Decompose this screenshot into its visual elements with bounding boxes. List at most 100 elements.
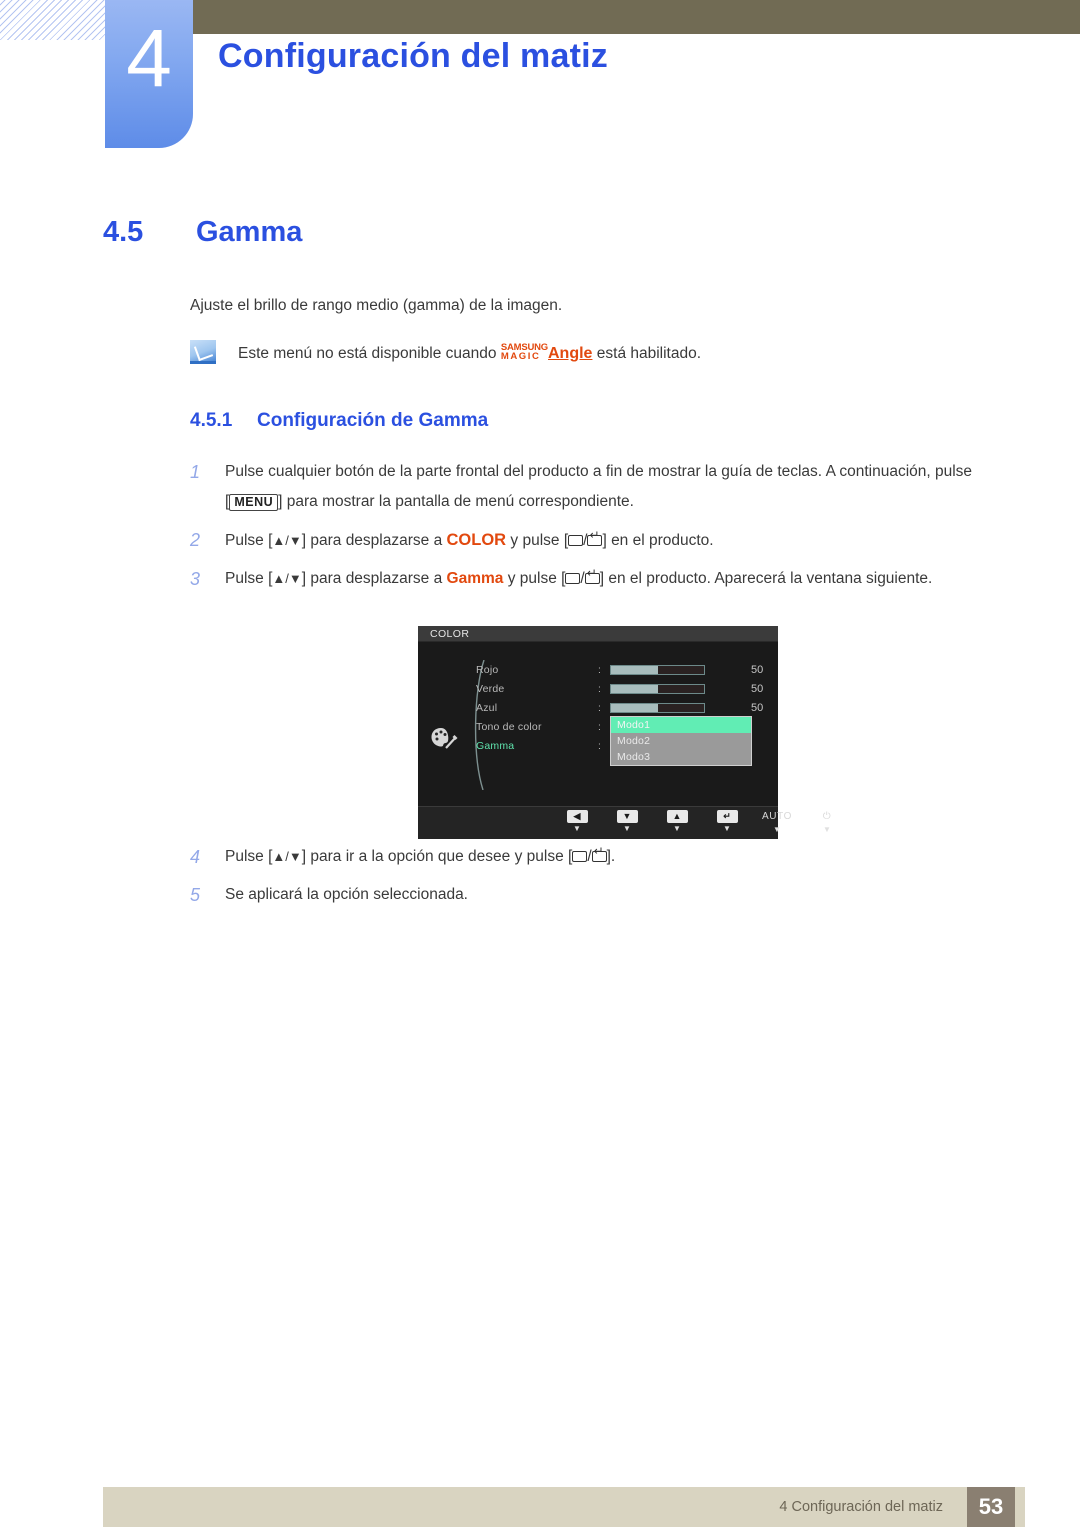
- osd-colon: :: [598, 739, 601, 752]
- step-text: ] para desplazarse a: [301, 532, 447, 549]
- osd-slider[interactable]: [610, 702, 705, 713]
- osd-row-label: Gamma: [476, 739, 515, 752]
- section-title: 4.5 Gamma: [103, 216, 302, 249]
- osd-colon: :: [598, 663, 601, 676]
- keycap-menu: MENU: [229, 494, 279, 511]
- step-text: ] para desplazarse a: [301, 570, 447, 587]
- step-body: Pulse [▲/▼] para desplazarse a COLOR y p…: [225, 525, 1005, 556]
- osd-key[interactable]: AUTO ▼: [760, 810, 794, 834]
- osd-key[interactable]: ▼ ▼: [610, 810, 644, 833]
- osd-colon: :: [598, 720, 601, 733]
- osd-row-label: Azul: [476, 701, 498, 714]
- step-text: Pulse [: [225, 532, 273, 549]
- magic-line2: MAGIC: [500, 350, 541, 362]
- osd-row[interactable]: Azul: 50: [476, 698, 776, 717]
- chapter-title: Configuración del matiz: [218, 37, 608, 75]
- osd-slider[interactable]: [610, 683, 705, 694]
- step-body: Pulse cualquier botón de la parte fronta…: [225, 457, 1005, 517]
- osd-key-row: ◀ ▼ ▼ ▼ ▲ ▼ ↵ ▼ AUTO ▼ ⏻ ▼: [560, 810, 844, 834]
- step-text: Pulse [: [225, 570, 273, 587]
- step-item: 1 Pulse cualquier botón de la parte front…: [190, 457, 1005, 517]
- step-body: Pulse [▲/▼] para desplazarse a Gamma y p…: [225, 564, 1005, 594]
- osd-slider-value: 50: [751, 663, 764, 676]
- osd-row[interactable]: Verde: 50: [476, 679, 776, 698]
- osd-key-glyph-icon: ▼: [616, 810, 638, 823]
- section-intro-text: Ajuste el brillo de rango medio (gamma) …: [190, 297, 563, 314]
- osd-slider[interactable]: [610, 664, 705, 675]
- osd-key-glyph-icon: AUTO: [762, 811, 792, 822]
- chapter-number-tab: 4: [105, 0, 193, 148]
- osd-key-caret-icon: ▼: [623, 824, 631, 833]
- step-text: /: [587, 848, 592, 865]
- step-item: 4 Pulse [▲/▼] para ir a la opción que des…: [190, 842, 1005, 872]
- header-brown-bar: [193, 0, 1080, 34]
- step-number: 4: [190, 847, 201, 867]
- osd-key-caret-icon: ▼: [723, 824, 731, 833]
- step-text: ] para ir a la opción que desee y pulse …: [301, 848, 573, 865]
- osd-key-glyph-icon: ◀: [566, 810, 588, 823]
- enter-key-icon: [591, 846, 607, 862]
- step-text: y pulse [: [503, 570, 566, 587]
- page-footer: 4 Configuración del matiz 53: [103, 1487, 1025, 1527]
- osd-row-label: Rojo: [476, 663, 499, 676]
- osd-key-glyph-icon: ↵: [716, 810, 738, 823]
- up-down-arrow-icon: ▲/▼: [272, 533, 302, 548]
- samsung-magic-logo: SAMSUNG MAGIC: [500, 342, 548, 362]
- step-item: 2 Pulse [▲/▼] para desplazarse a COLOR y …: [190, 525, 1005, 556]
- step-list-bottom: 4 Pulse [▲/▼] para ir a la opción que des…: [190, 842, 1005, 918]
- osd-body: Rojo:50Verde:50Azul:50Tono de color:Norm…: [418, 642, 778, 806]
- step-item: 3 Pulse [▲/▼] para desplazarse a Gamma y …: [190, 564, 1005, 594]
- step-body: Pulse [▲/▼] para ir a la opción que dese…: [225, 842, 1005, 872]
- color-palette-icon: [430, 726, 460, 752]
- step-text: ] en el producto. Aparecerá la ventana s…: [599, 570, 933, 587]
- osd-key-caret-icon: ▼: [673, 824, 681, 833]
- gamma-option[interactable]: Modo2: [611, 733, 751, 749]
- source-key-icon: [572, 851, 588, 862]
- note-prefix: Este menú no está disponible cuando: [238, 344, 497, 362]
- source-key-icon: [565, 573, 581, 584]
- osd-key-glyph-icon: ▲: [666, 810, 688, 823]
- osd-key[interactable]: ▲ ▼: [660, 810, 694, 833]
- subsection-title-text: Configuración de Gamma: [257, 410, 489, 431]
- gamma-option[interactable]: Modo3: [611, 749, 751, 765]
- step-list-top: 1 Pulse cualquier botón de la parte front…: [190, 457, 1005, 602]
- step-text: Se aplicará la opción seleccionada.: [225, 886, 468, 903]
- step-text: ].: [606, 848, 616, 865]
- enter-key-icon: [587, 530, 603, 546]
- osd-slider-value: 50: [751, 682, 764, 695]
- note-icon: [190, 340, 216, 364]
- step-text: ] para mostrar la pantalla de menú corre…: [278, 493, 634, 510]
- step-number: 1: [190, 462, 201, 482]
- osd-slider-fill: [611, 703, 658, 712]
- osd-key-caret-icon: ▼: [573, 824, 581, 833]
- osd-colon: :: [598, 701, 601, 714]
- osd-slider-fill: [611, 665, 658, 674]
- step-number: 5: [190, 885, 201, 905]
- osd-key[interactable]: ↵ ▼: [710, 810, 744, 833]
- section-number: 4.5: [103, 216, 144, 248]
- osd-screenshot: COLOR Rojo: 50 Verde: 50 Azul: 50 Tono de colo…: [418, 626, 831, 839]
- note-text: Este menú no está disponible cuando SAMS…: [238, 342, 702, 362]
- note-block: Este menú no está disponible cuando SAMS…: [190, 340, 990, 364]
- hatch-decoration: [0, 0, 107, 40]
- keyword-highlight: COLOR: [446, 531, 507, 549]
- osd-row-label: Tono de color: [476, 720, 542, 733]
- section-title-text: Gamma: [196, 216, 303, 248]
- osd-row-label: Verde: [476, 682, 505, 695]
- osd-title: COLOR: [418, 626, 778, 642]
- osd-row[interactable]: Rojo: 50: [476, 660, 776, 679]
- up-down-arrow-icon: ▲/▼: [272, 571, 302, 586]
- osd-key-glyph-icon: ⏻: [822, 811, 832, 822]
- footer-chapter-text: 4 Configuración del matiz: [779, 1499, 943, 1515]
- osd-slider-fill: [611, 684, 658, 693]
- step-number: 3: [190, 569, 201, 589]
- gamma-dropdown[interactable]: Modo1 Modo2 Modo3: [610, 716, 752, 766]
- page-number: 53: [967, 1487, 1015, 1527]
- gamma-option[interactable]: Modo1: [611, 717, 751, 733]
- step-text: Pulse [: [225, 848, 273, 865]
- osd-key[interactable]: ⏻ ▼: [810, 810, 844, 834]
- note-suffix: está habilitado.: [596, 344, 702, 362]
- step-text: ] en el producto.: [602, 532, 714, 549]
- osd-key[interactable]: ◀ ▼: [560, 810, 594, 833]
- step-body: Se aplicará la opción seleccionada.: [225, 880, 1005, 910]
